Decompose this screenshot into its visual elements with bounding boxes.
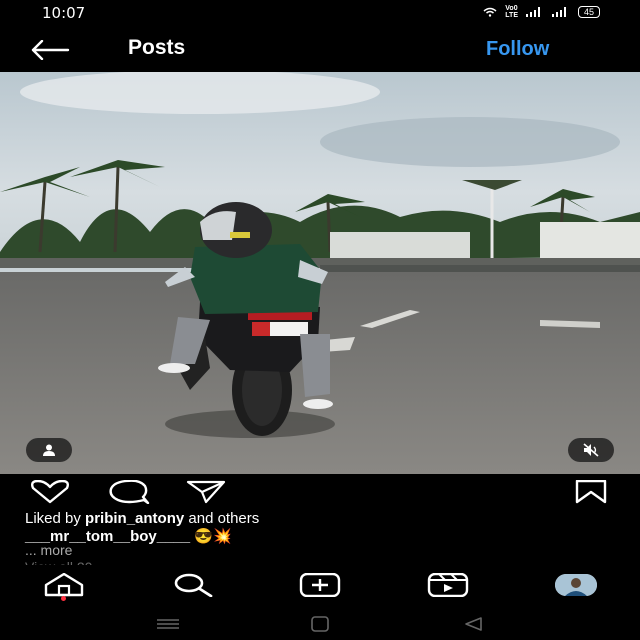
person-icon — [43, 444, 55, 456]
post-media[interactable] — [0, 72, 640, 474]
create-post-icon[interactable] — [299, 573, 341, 597]
comment-bubble-icon[interactable] — [108, 480, 150, 504]
post-video-frame — [0, 72, 640, 474]
volte-line-2: LTE — [505, 12, 518, 19]
more-link[interactable]: ... more — [25, 542, 72, 558]
mute-button[interactable] — [568, 438, 614, 462]
paper-plane-icon[interactable] — [186, 480, 226, 504]
volte-line-1: Vo0 — [505, 5, 518, 12]
wifi-icon — [483, 7, 497, 17]
likes-prefix: Liked by — [25, 510, 86, 527]
reels-icon[interactable] — [427, 573, 469, 597]
back-triangle-icon[interactable] — [462, 616, 484, 632]
battery-indicator: 45 — [577, 6, 600, 18]
arrow-left-icon[interactable] — [30, 40, 70, 60]
menu-icon[interactable] — [156, 618, 180, 630]
follow-button[interactable]: Follow — [486, 38, 549, 61]
profile-avatar-image — [555, 574, 597, 596]
page-title: Posts — [128, 36, 186, 59]
status-icons: Vo0 LTE 45 — [483, 5, 600, 19]
post-actions — [0, 480, 640, 506]
home-icon[interactable] — [43, 573, 85, 597]
home-square-icon[interactable] — [310, 616, 330, 632]
search-icon[interactable] — [171, 573, 215, 597]
liked-by-username[interactable]: pribin_antony — [85, 510, 184, 527]
tagged-people-button[interactable] — [26, 438, 72, 462]
signal-icon — [525, 7, 540, 17]
volte-indicator: Vo0 LTE — [505, 5, 518, 19]
system-nav-bar — [0, 609, 640, 640]
heart-icon[interactable] — [28, 480, 72, 504]
notification-dot — [61, 596, 66, 601]
likes-line: Liked by pribin_antony and others — [25, 510, 259, 527]
bookmark-icon[interactable] — [574, 480, 608, 504]
bottom-nav — [0, 565, 640, 609]
likes-suffix[interactable]: and others — [184, 510, 259, 527]
status-bar: 10:07 Vo0 LTE 45 — [0, 0, 640, 28]
profile-avatar[interactable] — [555, 574, 597, 596]
status-time: 10:07 — [42, 4, 86, 22]
speaker-muted-icon — [583, 443, 599, 457]
top-bar: Posts Follow — [0, 28, 640, 72]
signal-icon-2 — [551, 7, 566, 17]
